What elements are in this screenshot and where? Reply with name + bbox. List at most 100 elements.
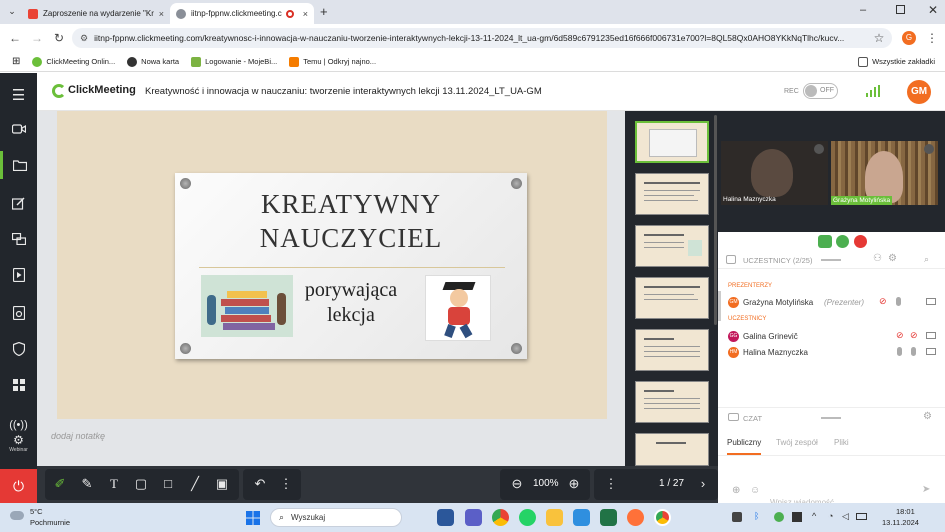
tab-files[interactable]: Pliki xyxy=(834,438,849,447)
rec-toggle[interactable]: OFF xyxy=(803,83,838,99)
drag-handle[interactable] xyxy=(821,259,841,261)
page-menu-icon[interactable]: ⋮ xyxy=(602,475,620,493)
all-bookmarks[interactable]: Wszystkie zakładki xyxy=(858,56,935,67)
participant-row[interactable]: HM Halina Maznyczka xyxy=(718,345,945,361)
tray-app-icon[interactable] xyxy=(732,512,742,522)
drag-handle[interactable] xyxy=(821,417,841,419)
profile-avatar[interactable]: G xyxy=(902,31,916,45)
video-tile[interactable]: Grażyna Motylińska xyxy=(831,141,938,205)
undo-icon[interactable]: ↶ xyxy=(251,475,269,493)
taskbar-search[interactable]: ⌕ Wyszukaj xyxy=(270,508,402,527)
up-arrow-icon[interactable]: ^ xyxy=(812,511,816,521)
url-field[interactable]: ⚙ iitnp-fppnw.clickmeeting.com/kreatywno… xyxy=(72,28,892,48)
add-attachment-icon[interactable]: ⊕ xyxy=(732,485,740,496)
bookmark-mojebi[interactable]: Logowanie - MojeBi... xyxy=(191,56,277,67)
layout-icon[interactable] xyxy=(906,236,916,245)
slide-thumbnail[interactable] xyxy=(635,381,709,423)
screen-icon[interactable] xyxy=(926,348,936,355)
minimize-button[interactable]: – xyxy=(860,4,866,16)
photos-icon[interactable] xyxy=(573,509,590,526)
tray-app-icon[interactable] xyxy=(792,512,802,522)
rectangle-icon[interactable]: □ xyxy=(159,475,177,493)
tab-invitation[interactable]: Zaproszenie na wydarzenie "Kr × xyxy=(22,3,170,24)
participant-row[interactable]: GM Grażyna Motylińska (Prezenter) ⊘ xyxy=(718,295,945,311)
tab-clickmeeting[interactable]: iitnp-fppnw.clickmeeting.c × xyxy=(170,3,314,24)
tab-menu-icon[interactable]: ⌄ xyxy=(6,6,18,18)
screen-share-icon[interactable] xyxy=(0,225,37,253)
popout-icon[interactable]: ⇲ xyxy=(922,235,930,246)
zoom-in-icon[interactable]: ⊕ xyxy=(565,475,583,493)
video-tile[interactable]: Halina Maznyczka xyxy=(721,141,828,205)
slide-thumbnail[interactable] xyxy=(635,329,709,371)
apps-grid-icon[interactable] xyxy=(0,371,37,399)
chrome-icon[interactable] xyxy=(492,509,509,526)
back-icon[interactable]: ← xyxy=(8,31,22,45)
pen-icon[interactable]: ✎ xyxy=(78,475,96,493)
mic-toggle-icon[interactable] xyxy=(836,235,849,248)
pointer-tool-icon[interactable]: ✐ xyxy=(51,475,69,493)
zoom-out-icon[interactable]: ⊖ xyxy=(508,475,526,493)
forward-icon[interactable]: → xyxy=(30,31,44,45)
sticky-note-icon[interactable]: ▢ xyxy=(132,475,150,493)
screen-icon[interactable] xyxy=(926,298,936,305)
chat-settings-icon[interactable]: ⚙ xyxy=(923,411,932,422)
video-file-icon[interactable] xyxy=(0,261,37,289)
whatsapp-icon[interactable] xyxy=(519,509,536,526)
camera-toggle-icon[interactable] xyxy=(818,235,832,248)
send-icon[interactable]: ➤ xyxy=(922,484,930,495)
camera-off-icon[interactable]: ⊘ xyxy=(896,330,904,341)
bookmark-new-tab[interactable]: Nowa karta xyxy=(127,56,179,67)
add-note-field[interactable]: dodaj notatkę xyxy=(51,431,105,441)
screen-icon[interactable] xyxy=(926,332,936,339)
mic-icon[interactable] xyxy=(911,347,916,356)
bookmark-clickmeeting[interactable]: ClickMeeting Onlin... xyxy=(32,56,115,67)
line-icon[interactable]: ╱ xyxy=(186,475,204,493)
tab-public[interactable]: Publiczny xyxy=(727,438,762,455)
camera-icon[interactable] xyxy=(0,115,37,143)
close-icon[interactable]: × xyxy=(303,9,308,19)
leave-button[interactable]: ⏻ xyxy=(0,469,37,503)
reload-icon[interactable]: ↻ xyxy=(52,31,66,45)
firefox-icon[interactable] xyxy=(627,509,644,526)
excel-icon[interactable] xyxy=(600,509,617,526)
add-participant-icon[interactable]: ⚇ xyxy=(873,253,882,264)
word-icon[interactable] xyxy=(437,509,454,526)
settings-icon[interactable]: ⚙ xyxy=(890,235,899,246)
maximize-button[interactable] xyxy=(896,5,905,14)
slide-thumbnail[interactable] xyxy=(635,277,709,319)
presentation-folder-icon[interactable] xyxy=(0,151,37,179)
close-window-button[interactable]: ✕ xyxy=(928,3,938,17)
participants-settings-icon[interactable]: ⚙ xyxy=(888,253,897,264)
camera-off-icon[interactable]: ⊘ xyxy=(879,296,887,307)
badge-icon[interactable] xyxy=(0,335,37,363)
thumbnail-scrollbar[interactable] xyxy=(714,115,717,325)
menu-dots-icon[interactable]: ⋮ xyxy=(925,31,939,45)
tray-app-icon[interactable] xyxy=(774,512,784,522)
more-options-icon[interactable]: ⋮ xyxy=(277,475,295,493)
site-info-icon[interactable]: ⚙ xyxy=(80,33,88,44)
slide-thumbnail[interactable] xyxy=(635,173,709,215)
next-page-icon[interactable]: › xyxy=(694,475,712,493)
bookmark-temu[interactable]: Temu | Odkryj najno... xyxy=(289,56,376,67)
search-icon[interactable]: ⌕ xyxy=(924,254,929,265)
new-tab-button[interactable]: + xyxy=(320,4,328,19)
chat-bubble-icon[interactable]: ○ xyxy=(873,237,878,247)
bluetooth-icon[interactable]: ᛒ xyxy=(754,511,759,521)
tab-team[interactable]: Twój zespół xyxy=(776,438,818,447)
windows-start-icon[interactable] xyxy=(246,511,260,525)
wifi-icon[interactable]: ◔ xyxy=(828,511,833,521)
hamburger-menu-icon[interactable]: ☰ xyxy=(0,81,37,109)
emoji-icon[interactable]: ☺ xyxy=(750,485,760,496)
participants-scrollbar[interactable] xyxy=(718,291,721,321)
image-icon[interactable]: ▣ xyxy=(213,475,231,493)
audio-icon[interactable] xyxy=(854,235,867,248)
webinar-mode-button[interactable]: ⚙ Webinar xyxy=(3,433,34,459)
bookmark-star-icon[interactable]: ☆ xyxy=(872,31,886,45)
survey-icon[interactable] xyxy=(0,299,37,327)
user-avatar[interactable]: GM xyxy=(907,80,931,104)
volume-icon[interactable]: ◁ xyxy=(842,511,849,522)
chrome-active-icon[interactable] xyxy=(654,509,671,526)
close-icon[interactable]: × xyxy=(159,9,164,19)
battery-icon[interactable] xyxy=(856,513,867,520)
text-tool-icon[interactable]: T xyxy=(105,475,123,493)
